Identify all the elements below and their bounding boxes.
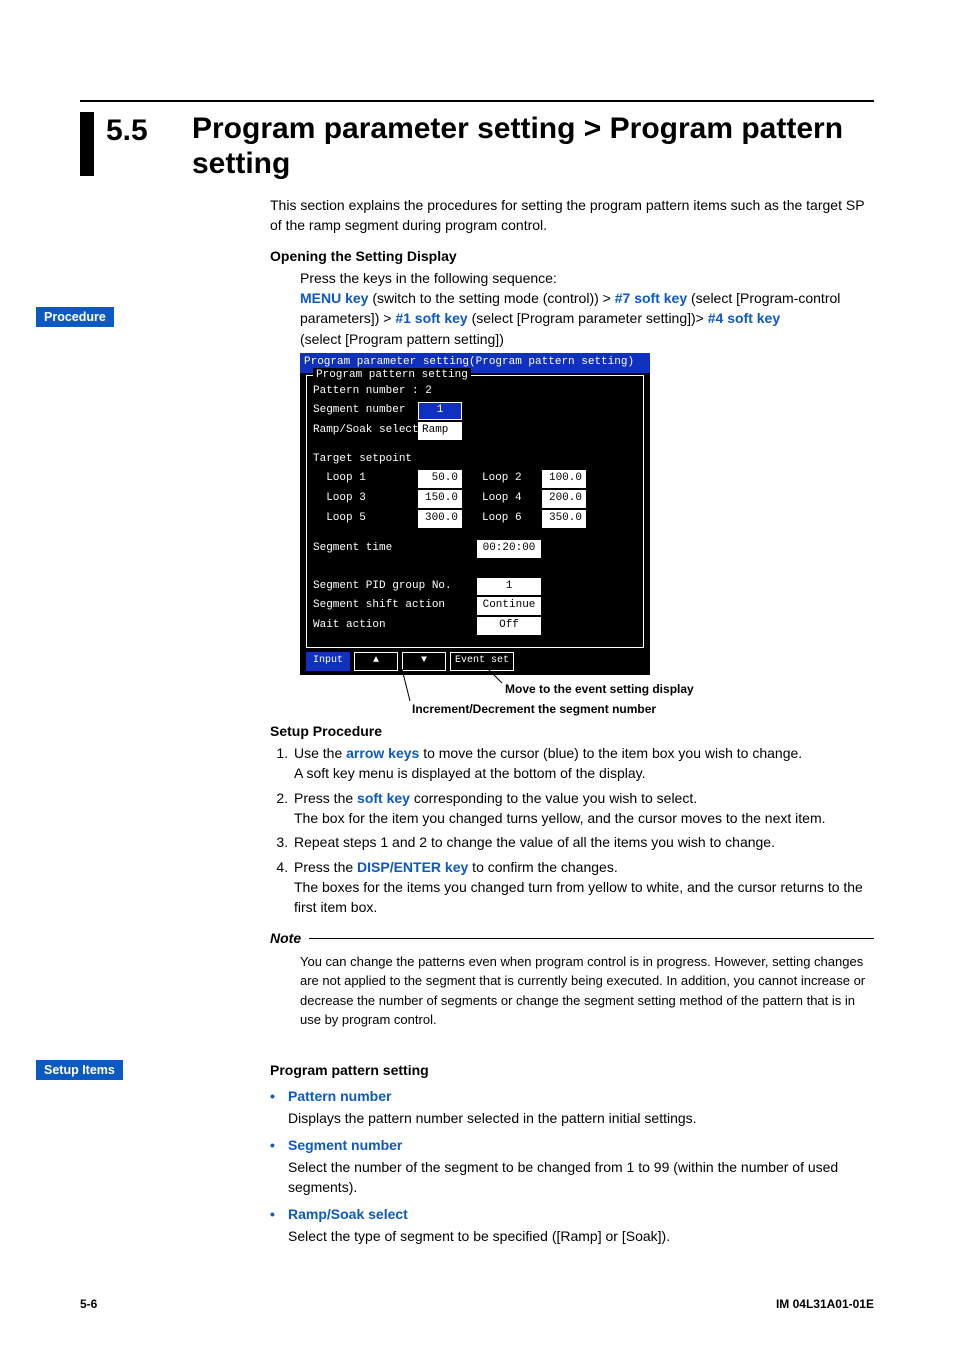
loop3-value[interactable]: 150.0 — [418, 490, 462, 508]
note-head: Note — [270, 928, 301, 948]
segment-number-label: Segment number — [313, 403, 418, 419]
item-segment-number: Segment number — [288, 1135, 874, 1155]
disp-enter-key: DISP/ENTER key — [357, 859, 468, 875]
wait-action-value[interactable]: Off — [477, 617, 541, 635]
loop2-label: Loop 2 — [482, 471, 542, 487]
loop5-label: Loop 5 — [313, 511, 418, 527]
seg-time-label: Segment time — [313, 541, 453, 557]
pattern-number-row: Pattern number : 2 — [313, 384, 432, 400]
step-2: Press the soft key corresponding to the … — [292, 788, 874, 829]
doc-id: IM 04L31A01-01E — [776, 1297, 874, 1311]
item-pattern-number: Pattern number — [288, 1086, 874, 1106]
bullet-dot: • — [270, 1204, 288, 1224]
bullet-dot: • — [270, 1135, 288, 1155]
section-intro: This section explains the procedures for… — [270, 195, 874, 236]
section-number: 5.5 — [106, 112, 192, 148]
item-segment-number-desc: Select the number of the segment to be c… — [288, 1157, 874, 1198]
page-number: 5-6 — [80, 1297, 97, 1311]
step-3: Repeat steps 1 and 2 to change the value… — [292, 832, 874, 852]
loop2-value[interactable]: 100.0 — [542, 470, 586, 488]
rampsoak-value[interactable]: Ramp — [418, 422, 462, 440]
pid-group-label: Segment PID group No. — [313, 579, 463, 595]
soft-key-7: #7 soft key — [615, 290, 687, 306]
callout-lines: Move to the event setting display Increm… — [300, 675, 874, 735]
setup-items-tag: Setup Items — [36, 1060, 123, 1080]
loop6-label: Loop 6 — [482, 511, 542, 527]
shift-action-label: Segment shift action — [313, 598, 463, 614]
seg-time-value[interactable]: 00:20:00 — [477, 540, 541, 558]
segment-number-value[interactable]: 1 — [418, 402, 462, 420]
bullet-dot: • — [270, 1086, 288, 1106]
note-rule — [309, 938, 874, 939]
loop3-label: Loop 3 — [313, 491, 418, 507]
step-1: Use the arrow keys to move the cursor (b… — [292, 743, 874, 784]
press-sequence: Press the keys in the following sequence… — [300, 268, 874, 288]
rampsoak-label: Ramp/Soak select — [313, 423, 418, 439]
key-sequence: MENU key (switch to the setting mode (co… — [300, 288, 874, 349]
menu-key: MENU key — [300, 290, 368, 306]
loop6-value[interactable]: 350.0 — [542, 510, 586, 528]
callout-event-set: Move to the event setting display — [505, 681, 694, 698]
wait-action-label: Wait action — [313, 618, 463, 634]
callout-segment-number: Increment/Decrement the segment number — [412, 701, 656, 718]
soft-key-1: #1 soft key — [395, 310, 467, 326]
soft-key: soft key — [357, 790, 410, 806]
panel-title: Program pattern setting — [313, 368, 471, 384]
section-title: Program parameter setting > Program patt… — [192, 112, 874, 181]
procedure-tag: Procedure — [36, 307, 114, 327]
item-rampsoak-select-desc: Select the type of segment to be specifi… — [288, 1226, 874, 1246]
loop5-value[interactable]: 300.0 — [418, 510, 462, 528]
loop1-value[interactable]: 50.0 — [418, 470, 462, 488]
loop1-label: Loop 1 — [313, 471, 418, 487]
item-pattern-number-desc: Displays the pattern number selected in … — [288, 1108, 874, 1128]
note-body: You can change the patterns even when pr… — [300, 952, 874, 1030]
opening-display-head: Opening the Setting Display — [270, 246, 874, 266]
loop4-label: Loop 4 — [482, 491, 542, 507]
step-4: Press the DISP/ENTER key to confirm the … — [292, 857, 874, 918]
section-marker-bar — [80, 112, 94, 176]
soft-key-4: #4 soft key — [708, 310, 780, 326]
items-head: Program pattern setting — [270, 1060, 874, 1080]
pid-group-value[interactable]: 1 — [477, 578, 541, 596]
arrow-keys: arrow keys — [346, 745, 419, 761]
device-screenshot: Program parameter setting(Program patter… — [300, 353, 650, 675]
loop4-value[interactable]: 200.0 — [542, 490, 586, 508]
shift-action-value[interactable]: Continue — [477, 597, 541, 615]
target-sp-label: Target setpoint — [313, 452, 412, 468]
item-rampsoak-select: Ramp/Soak select — [288, 1204, 874, 1224]
